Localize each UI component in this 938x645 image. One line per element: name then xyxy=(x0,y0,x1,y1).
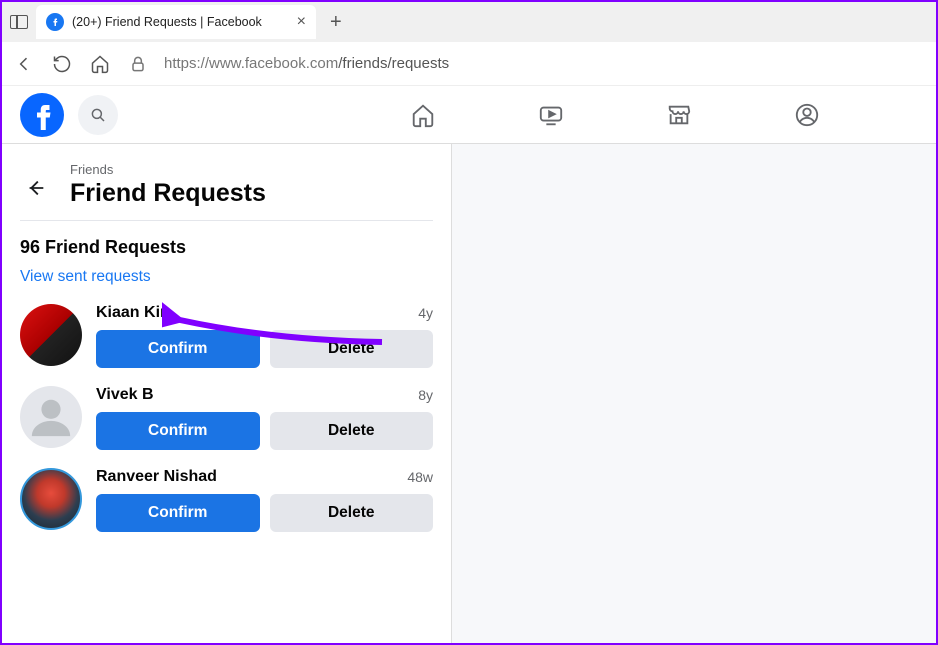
browser-chrome: (20+) Friend Requests | Facebook × + htt… xyxy=(2,2,936,86)
request-body: Ranveer Nishad 48w Confirm Delete xyxy=(96,468,433,532)
request-name[interactable]: Vivek B xyxy=(96,386,154,404)
browser-tab[interactable]: (20+) Friend Requests | Facebook × xyxy=(36,5,316,39)
back-icon[interactable] xyxy=(14,54,34,74)
friends-sidebar: Friends Friend Requests 96 Friend Reques… xyxy=(2,144,452,643)
request-top-row: Vivek B 8y xyxy=(96,386,433,404)
nav-home-icon[interactable] xyxy=(408,102,438,128)
request-list: Kiaan Kin 4y Confirm Delete Vivek B 8y Confirm… xyxy=(20,304,433,532)
request-time: 8y xyxy=(418,387,433,403)
avatar[interactable] xyxy=(20,468,82,530)
content-area: Friends Friend Requests 96 Friend Reques… xyxy=(2,144,936,643)
request-actions: Confirm Delete xyxy=(96,494,433,532)
url-path: /friends/requests xyxy=(338,55,449,72)
request-body: Vivek B 8y Confirm Delete xyxy=(96,386,433,450)
nav-marketplace-icon[interactable] xyxy=(664,102,694,128)
request-top-row: Kiaan Kin 4y xyxy=(96,304,433,322)
view-sent-requests-link[interactable]: View sent requests xyxy=(20,268,151,286)
fb-header xyxy=(2,86,936,144)
confirm-button[interactable]: Confirm xyxy=(96,330,260,368)
sidebar-heading-block: Friends Friend Requests xyxy=(70,162,266,208)
request-top-row: Ranveer Nishad 48w xyxy=(96,468,433,486)
url-text: https://www.facebook.com/friends/request… xyxy=(164,55,449,72)
request-time: 4y xyxy=(418,305,433,321)
tab-title: (20+) Friend Requests | Facebook xyxy=(72,15,289,29)
avatar[interactable] xyxy=(20,304,82,366)
fb-top-nav xyxy=(132,102,918,128)
friend-request-item[interactable]: Vivek B 8y Confirm Delete xyxy=(20,386,433,450)
request-count: 96 Friend Requests xyxy=(20,237,433,258)
address-bar[interactable]: https://www.facebook.com/friends/request… xyxy=(128,54,924,74)
avatar[interactable] xyxy=(20,386,82,448)
request-body: Kiaan Kin 4y Confirm Delete xyxy=(96,304,433,368)
main-pane xyxy=(452,144,936,643)
lock-icon xyxy=(128,54,148,74)
delete-button[interactable]: Delete xyxy=(270,330,434,368)
request-time: 48w xyxy=(407,469,433,485)
tab-bar: (20+) Friend Requests | Facebook × + xyxy=(2,2,936,42)
request-name[interactable]: Kiaan Kin xyxy=(96,304,170,322)
request-name[interactable]: Ranveer Nishad xyxy=(96,468,217,486)
facebook-favicon-icon xyxy=(46,13,64,31)
search-button[interactable] xyxy=(78,95,118,135)
tab-close-icon[interactable]: × xyxy=(297,13,306,31)
nav-watch-icon[interactable] xyxy=(536,102,566,128)
request-actions: Confirm Delete xyxy=(96,330,433,368)
friend-request-item[interactable]: Ranveer Nishad 48w Confirm Delete xyxy=(20,468,433,532)
breadcrumb[interactable]: Friends xyxy=(70,162,266,177)
nav-account-icon[interactable] xyxy=(792,102,822,128)
url-host: https://www.facebook.com xyxy=(164,55,338,72)
delete-button[interactable]: Delete xyxy=(270,412,434,450)
refresh-icon[interactable] xyxy=(52,54,72,74)
confirm-button[interactable]: Confirm xyxy=(96,494,260,532)
new-tab-button[interactable]: + xyxy=(324,11,348,34)
sidebar-header: Friends Friend Requests xyxy=(20,156,433,221)
home-nav-icon[interactable] xyxy=(90,54,110,74)
panel-toggle-icon[interactable] xyxy=(10,15,28,29)
sidebar-back-icon[interactable] xyxy=(20,172,52,204)
request-actions: Confirm Delete xyxy=(96,412,433,450)
delete-button[interactable]: Delete xyxy=(270,494,434,532)
friend-request-item[interactable]: Kiaan Kin 4y Confirm Delete xyxy=(20,304,433,368)
address-bar-row: https://www.facebook.com/friends/request… xyxy=(2,42,936,86)
confirm-button[interactable]: Confirm xyxy=(96,412,260,450)
page-title: Friend Requests xyxy=(70,179,266,208)
facebook-logo-icon[interactable] xyxy=(20,93,64,137)
